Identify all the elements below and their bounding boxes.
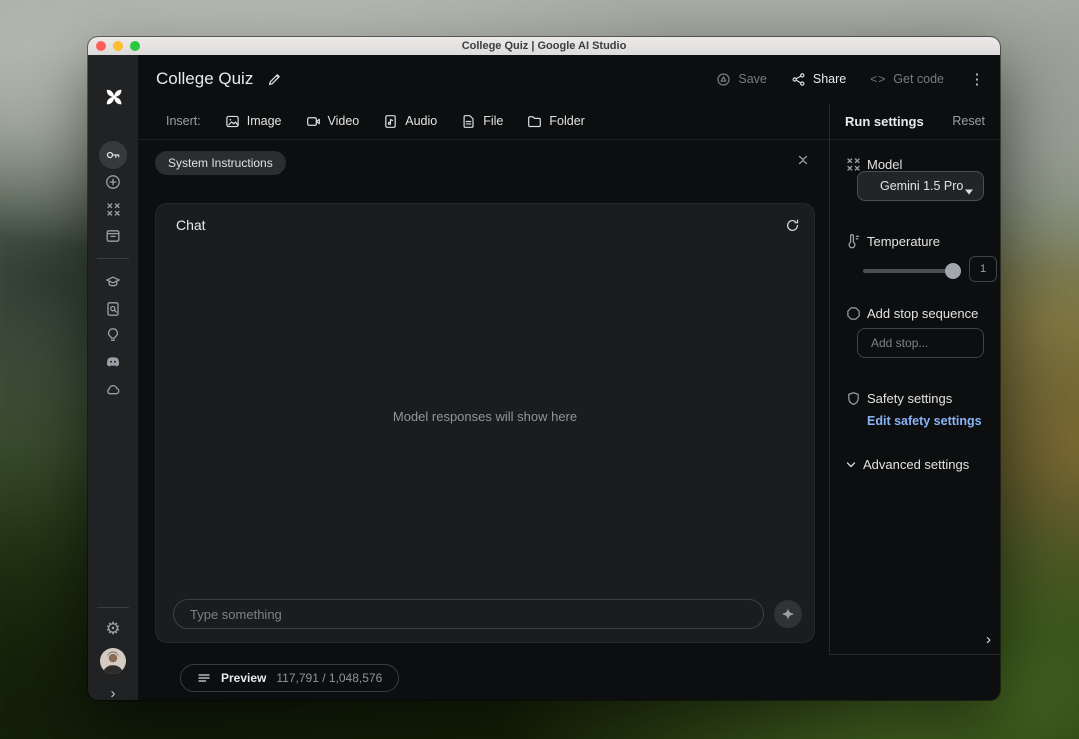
code-icon: <>	[870, 72, 886, 86]
save-icon	[716, 72, 731, 87]
header-actions: Save Share <> Get code ⋮	[716, 70, 986, 88]
temperature-slider-thumb[interactable]	[945, 263, 961, 279]
edit-title-pencil-icon[interactable]	[267, 72, 282, 87]
new-prompt-icon[interactable]	[99, 168, 127, 196]
system-instructions-row: System Instructions	[138, 140, 829, 185]
video-icon	[306, 114, 321, 129]
advanced-settings-toggle[interactable]: Advanced settings	[863, 457, 969, 472]
caret-down-icon	[964, 183, 974, 201]
edit-safety-settings-link[interactable]: Edit safety settings	[867, 414, 982, 428]
insert-file-button[interactable]: File	[461, 114, 503, 129]
bottom-bar: Preview 117,791 / 1,048,576	[138, 655, 1000, 700]
close-window-button[interactable]	[96, 41, 106, 51]
settings-gear-icon[interactable]: ⚙	[99, 614, 127, 642]
stop-octagon-icon	[845, 305, 861, 321]
chevron-down-icon	[843, 457, 859, 473]
discord-icon[interactable]	[99, 348, 127, 376]
run-settings-header: Run settings Reset	[830, 103, 1000, 140]
spark-send-icon	[781, 607, 795, 621]
temperature-label: Temperature	[867, 234, 940, 249]
save-button[interactable]: Save	[716, 72, 767, 87]
ai-studio-logo-icon[interactable]	[99, 83, 127, 111]
sidebar: ⚙ ›	[88, 55, 138, 700]
chat-panel-header: Chat	[176, 217, 800, 233]
zoom-window-button[interactable]	[130, 41, 140, 51]
stop-sequence-input[interactable]	[857, 328, 984, 358]
chat-title: Chat	[176, 217, 206, 233]
main-area: Insert: Image Video	[138, 103, 829, 655]
app-header: College Quiz Save Share <	[138, 55, 1000, 104]
model-dropdown[interactable]: Gemini 1.5 Pro	[857, 171, 984, 201]
empty-state-text: Model responses will show here	[156, 409, 814, 424]
share-button[interactable]: Share	[791, 72, 846, 87]
sidebar-divider	[97, 258, 129, 259]
kebab-menu-icon[interactable]: ⋮	[968, 70, 986, 88]
insert-image-button[interactable]: Image	[225, 114, 282, 129]
share-icon	[791, 72, 806, 87]
safety-settings-label: Safety settings	[867, 391, 952, 406]
panel-collapse-icon[interactable]: ›	[986, 633, 991, 647]
sidebar-divider	[97, 607, 129, 608]
preview-button[interactable]: Preview 117,791 / 1,048,576	[180, 664, 399, 692]
insert-video-button[interactable]: Video	[306, 114, 360, 129]
temperature-icon	[845, 233, 861, 249]
prompt-gallery-icon[interactable]	[99, 195, 127, 223]
insert-label: Insert:	[166, 114, 201, 128]
model-icon	[845, 156, 861, 172]
model-label: Model	[867, 157, 902, 172]
get-code-button[interactable]: <> Get code	[870, 72, 944, 86]
shield-icon	[845, 390, 861, 406]
reset-button[interactable]: Reset	[952, 114, 985, 128]
chat-panel: Chat Model responses will show here	[155, 203, 815, 643]
insert-toolbar: Insert: Image Video	[138, 103, 829, 140]
image-icon	[225, 114, 240, 129]
collapse-all-icon[interactable]	[796, 152, 810, 168]
traffic-lights	[96, 37, 140, 55]
learn-icon[interactable]	[99, 268, 127, 296]
prompt-title: College Quiz	[156, 69, 253, 89]
drive-cloud-icon[interactable]	[99, 375, 127, 403]
preview-label: Preview	[221, 671, 266, 685]
library-icon[interactable]	[99, 222, 127, 250]
run-settings-title: Run settings	[845, 114, 924, 129]
app-window: College Quiz | Google AI Studio	[88, 37, 1000, 700]
run-button[interactable]	[774, 600, 802, 628]
insert-audio-button[interactable]: Audio	[383, 114, 437, 129]
search-docs-icon[interactable]	[99, 295, 127, 323]
chat-input[interactable]	[173, 599, 764, 629]
window-titlebar[interactable]: College Quiz | Google AI Studio	[88, 37, 1000, 56]
system-instructions-chip[interactable]: System Instructions	[155, 151, 286, 175]
avatar[interactable]	[99, 647, 127, 675]
tips-bulb-icon[interactable]	[99, 321, 127, 349]
stop-sequence-label: Add stop sequence	[867, 306, 978, 321]
refresh-icon[interactable]	[785, 218, 800, 233]
minimize-window-button[interactable]	[113, 41, 123, 51]
temperature-value-box[interactable]: 1	[969, 256, 997, 282]
audio-icon	[383, 114, 398, 129]
insert-folder-button[interactable]: Folder	[527, 114, 584, 129]
file-icon	[461, 114, 476, 129]
api-key-icon[interactable]	[99, 141, 127, 169]
temperature-slider[interactable]	[863, 269, 959, 273]
sidebar-expand-icon[interactable]: ›	[99, 680, 127, 700]
token-count: 117,791 / 1,048,576	[276, 671, 382, 685]
model-dropdown-value: Gemini 1.5 Pro	[880, 179, 963, 193]
folder-icon	[527, 114, 542, 129]
chat-input-row	[173, 599, 802, 629]
window-title: College Quiz | Google AI Studio	[462, 40, 627, 52]
screen: College Quiz | Google AI Studio	[0, 0, 1079, 739]
preview-menu-icon	[197, 671, 211, 685]
run-settings-panel: Run settings Reset Model Gemini 1.5 Pro …	[829, 103, 1000, 655]
